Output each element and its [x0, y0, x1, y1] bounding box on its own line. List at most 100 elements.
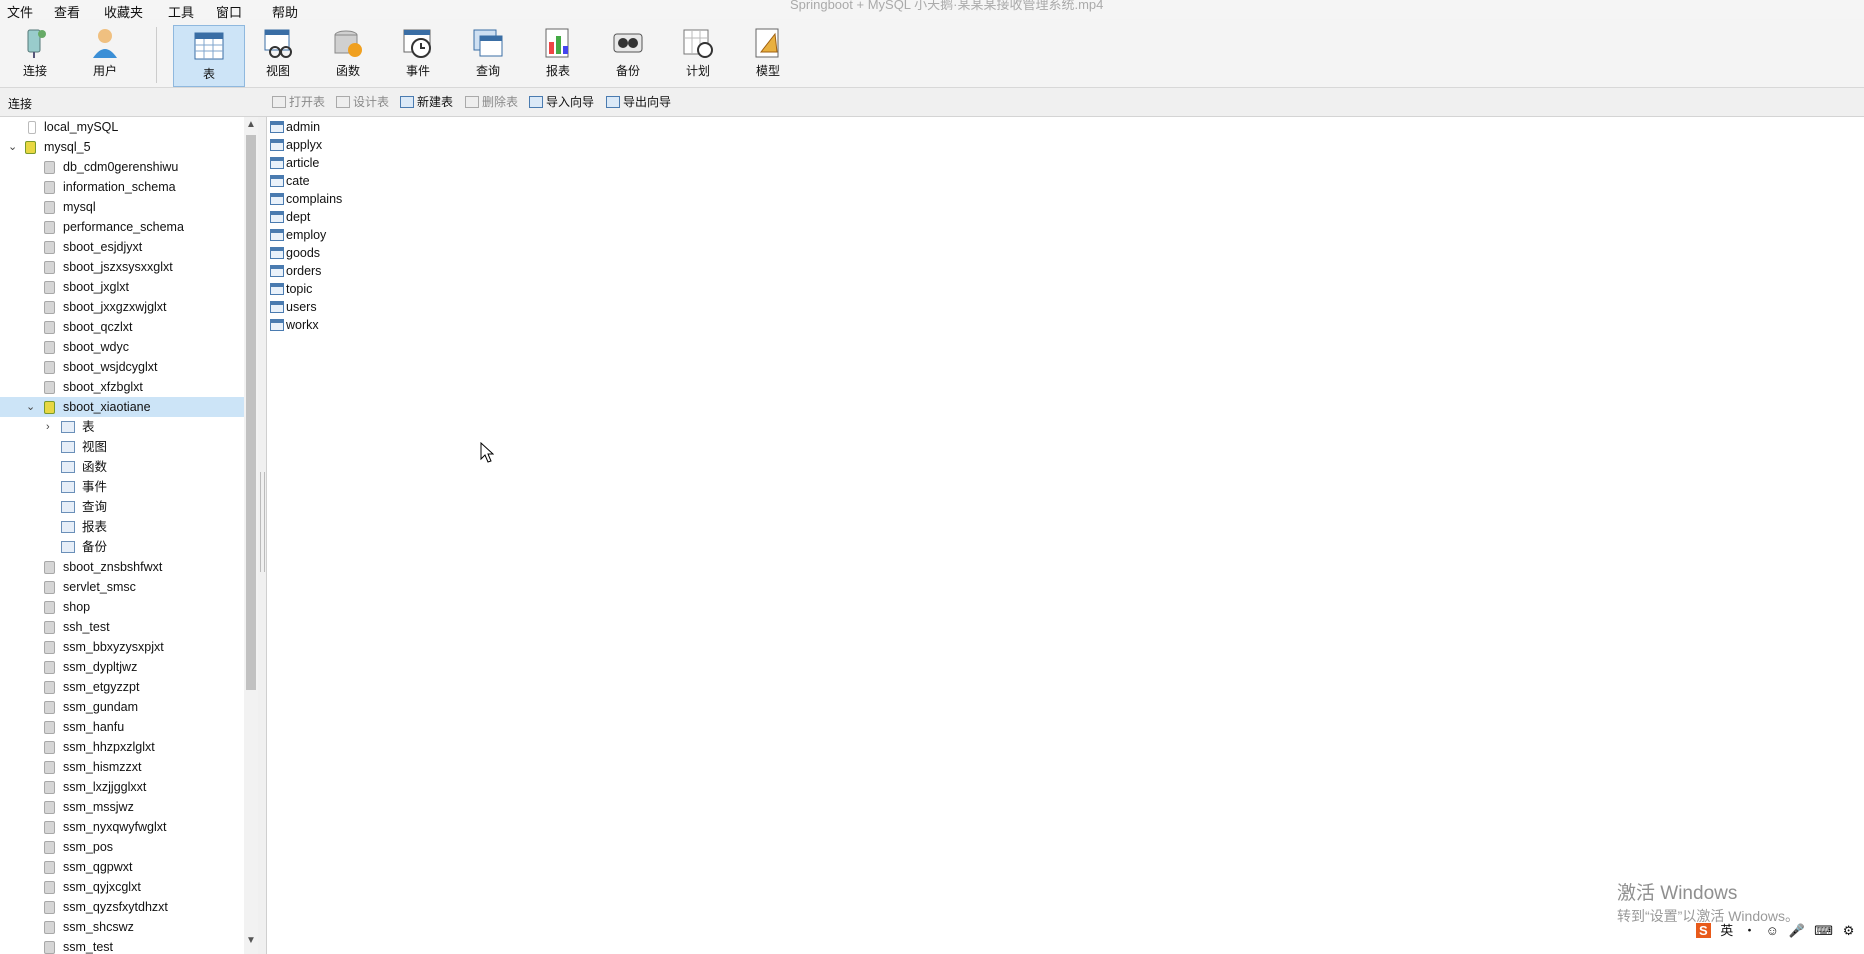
tree-db-item[interactable]: mysql: [0, 197, 244, 217]
toolbar-query-button[interactable]: 查询: [453, 23, 523, 81]
database-icon: [44, 921, 55, 934]
tree-db-item[interactable]: ssm_shcswz: [0, 917, 244, 937]
pane-splitter[interactable]: [258, 117, 266, 954]
toolbar-event-button[interactable]: 事件: [383, 23, 453, 81]
tree-db-item[interactable]: sboot_xfzbglxt: [0, 377, 244, 397]
splitter-grip[interactable]: [260, 472, 265, 572]
toolbar-label: 表: [202, 67, 215, 81]
scroll-down-icon[interactable]: ▼: [246, 935, 256, 946]
tree-db-item[interactable]: sboot_znsbshfwxt: [0, 557, 244, 577]
toolbar-schedule-button[interactable]: 计划: [663, 23, 733, 81]
tree-db-item[interactable]: ssm_bbxyzysxpjxt: [0, 637, 244, 657]
tray-punct[interactable]: ・: [1743, 920, 1756, 939]
open-table-button[interactable]: 打开表: [272, 93, 325, 111]
toolbar-user-button[interactable]: 用户: [70, 23, 140, 81]
tree-db-item[interactable]: ssm_hhzpxzlglxt: [0, 737, 244, 757]
tree-db-item[interactable]: ssm_hanfu: [0, 717, 244, 737]
tree-db-item[interactable]: ssm_test: [0, 937, 244, 954]
tree-db-item[interactable]: sboot_wdyc: [0, 337, 244, 357]
tree-db-item[interactable]: ssm_etgyzzpt: [0, 677, 244, 697]
tree-object-group[interactable]: 备份: [0, 537, 244, 557]
tree-db-item[interactable]: sboot_esjdjyxt: [0, 237, 244, 257]
table-list-item[interactable]: admin: [270, 118, 320, 136]
tree-db-item[interactable]: ssm_gundam: [0, 697, 244, 717]
chevron-right-icon[interactable]: ›: [46, 417, 50, 437]
database-icon: [44, 601, 55, 614]
table-list-item[interactable]: goods: [270, 244, 320, 262]
tree-db-item[interactable]: ssm_hismzzxt: [0, 757, 244, 777]
database-icon: [44, 181, 55, 194]
tree-db-item[interactable]: ssm_lxzjjgglxxt: [0, 777, 244, 797]
tray-keyboard-icon[interactable]: ⌨: [1814, 923, 1833, 939]
tree-db-item[interactable]: ssm_dypltjwz: [0, 657, 244, 677]
table-list-item[interactable]: dept: [270, 208, 310, 226]
new-table-icon: [400, 96, 414, 108]
design-table-button[interactable]: 设计表: [336, 93, 389, 111]
new-table-button[interactable]: 新建表: [400, 93, 453, 111]
table-list-item[interactable]: cate: [270, 172, 310, 190]
database-icon: [44, 201, 55, 214]
tree-db-item[interactable]: ssm_pos: [0, 837, 244, 857]
export-wizard-button[interactable]: 导出向导: [606, 93, 671, 111]
table-list-item[interactable]: employ: [270, 226, 326, 244]
tree-object-group[interactable]: 事件: [0, 477, 244, 497]
scroll-up-icon[interactable]: ▲: [246, 119, 256, 130]
table-list-item[interactable]: complains: [270, 190, 342, 208]
tree-db-selected[interactable]: ⌄ sboot_xiaotiane: [0, 397, 244, 417]
tree-db-item[interactable]: ssm_qyzsfxytdhzxt: [0, 897, 244, 917]
toolbar-table-button[interactable]: 表: [173, 25, 245, 87]
tree-db-item[interactable]: sboot_qczlxt: [0, 317, 244, 337]
toolbar-view-button[interactable]: 视图: [243, 23, 313, 81]
tree-connection-mysql5[interactable]: ⌄ mysql_5: [0, 137, 244, 157]
database-icon: [44, 781, 55, 794]
toolbar-model-button[interactable]: 模型: [733, 23, 803, 81]
tree-db-item[interactable]: servlet_smsc: [0, 577, 244, 597]
tray-settings-icon[interactable]: ⚙: [1843, 923, 1855, 939]
table-list-item[interactable]: topic: [270, 280, 312, 298]
tray-mic-icon[interactable]: 🎤: [1788, 923, 1804, 939]
tree-db-item[interactable]: ssh_test: [0, 617, 244, 637]
table-icon: [270, 193, 284, 205]
tree-object-group[interactable]: 查询: [0, 497, 244, 517]
delete-table-button[interactable]: 删除表: [465, 93, 518, 111]
table-list-item[interactable]: article: [270, 154, 319, 172]
tree-connection-local[interactable]: local_mySQL: [0, 117, 244, 137]
tree-db-item[interactable]: performance_schema: [0, 217, 244, 237]
scroll-thumb[interactable]: [246, 135, 256, 690]
tree-scrollbar[interactable]: ▲ ▼: [244, 117, 258, 954]
tree-db-item[interactable]: ssm_qgpwxt: [0, 857, 244, 877]
toolbar-report-button[interactable]: 报表: [523, 23, 593, 81]
tree-db-item[interactable]: shop: [0, 597, 244, 617]
table-list-item[interactable]: applyx: [270, 136, 322, 154]
tree-object-group[interactable]: › 表: [0, 417, 244, 437]
table-list-item[interactable]: workx: [270, 316, 319, 334]
tree-object-group[interactable]: 函数: [0, 457, 244, 477]
toolbar-function-button[interactable]: 函数: [313, 23, 383, 81]
ime-logo-icon[interactable]: S: [1696, 923, 1711, 938]
chevron-down-icon[interactable]: ⌄: [26, 397, 35, 417]
chevron-down-icon[interactable]: ⌄: [8, 137, 17, 157]
tree-db-item[interactable]: sboot_jxglxt: [0, 277, 244, 297]
tree-db-item[interactable]: sboot_jxxgzxwjglxt: [0, 297, 244, 317]
connection-icon: [25, 141, 36, 154]
tree-db-item[interactable]: information_schema: [0, 177, 244, 197]
tree-object-group[interactable]: 报表: [0, 517, 244, 537]
toolbar-connect-button[interactable]: 连接: [0, 23, 70, 81]
tree-object-group[interactable]: 视图: [0, 437, 244, 457]
tree-db-item[interactable]: sboot_wsjdcyglxt: [0, 357, 244, 377]
connect-icon: [18, 26, 52, 60]
database-icon: [44, 161, 55, 174]
database-icon: [44, 321, 55, 334]
table-list-item[interactable]: orders: [270, 262, 321, 280]
toolbar-label: 用户: [92, 64, 117, 78]
tree-db-item[interactable]: sboot_jszxsysxxglxt: [0, 257, 244, 277]
tree-db-item[interactable]: db_cdm0gerenshiwu: [0, 157, 244, 177]
tree-db-item[interactable]: ssm_qyjxcglxt: [0, 877, 244, 897]
tree-db-item[interactable]: ssm_mssjwz: [0, 797, 244, 817]
ime-lang[interactable]: 英: [1720, 920, 1733, 939]
tray-emoji-icon[interactable]: ☺: [1766, 923, 1779, 938]
import-wizard-button[interactable]: 导入向导: [529, 93, 594, 111]
tree-db-item[interactable]: ssm_nyxqwyfwglxt: [0, 817, 244, 837]
toolbar-backup-button[interactable]: 备份: [593, 23, 663, 81]
table-list-item[interactable]: users: [270, 298, 317, 316]
